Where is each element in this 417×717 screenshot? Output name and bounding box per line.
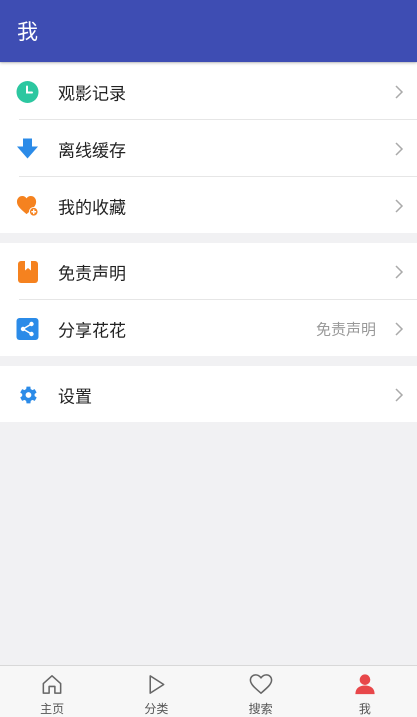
tab-search[interactable]: 搜索 — [209, 666, 313, 717]
menu-item-offline-cache[interactable]: 离线缓存 — [0, 120, 417, 177]
home-icon — [42, 675, 62, 694]
menu-item-value: 免责声明 — [315, 320, 376, 338]
chevron-right-icon — [395, 198, 404, 213]
chevron-right-icon — [395, 321, 404, 336]
tab-category[interactable]: 分类 — [104, 666, 208, 717]
heart-outline-icon — [249, 674, 272, 695]
menu-item-label: 分享花花 — [58, 321, 126, 341]
chevron-right-icon — [395, 264, 404, 279]
chevron-right-icon — [395, 84, 404, 99]
tab-label: 搜索 — [248, 702, 273, 716]
bottom-tab-bar: 主页 分类 搜索 我 — [0, 665, 417, 717]
menu-group-3: 设置 — [0, 366, 417, 422]
chevron-right-icon — [395, 387, 404, 402]
share-icon — [16, 317, 39, 340]
tab-label: 主页 — [40, 702, 65, 716]
play-icon — [149, 675, 165, 694]
bookmark-book-icon — [16, 260, 39, 283]
menu-item-label: 设置 — [58, 387, 92, 407]
menu-item-settings[interactable]: 设置 — [0, 366, 417, 423]
menu-item-label: 观影记录 — [58, 84, 126, 104]
menu-group-2: 免责声明 分享花花 免责声明 — [0, 243, 417, 356]
download-arrow-icon — [16, 137, 39, 160]
gear-icon — [16, 383, 39, 406]
menu-item-disclaimer[interactable]: 免责声明 — [0, 243, 417, 300]
history-clock-icon — [16, 80, 39, 103]
menu-item-watch-history[interactable]: 观影记录 — [0, 63, 417, 120]
page-title-bar: 我 — [0, 0, 417, 62]
chevron-right-icon — [395, 141, 404, 156]
menu-group-1: 观影记录 离线缓存 我的收藏 — [0, 63, 417, 233]
tab-label: 我 — [358, 702, 371, 716]
tab-home[interactable]: 主页 — [0, 666, 104, 717]
menu-item-favorites[interactable]: 我的收藏 — [0, 177, 417, 234]
tab-label: 分类 — [144, 702, 169, 716]
menu-item-label: 免责声明 — [58, 264, 126, 284]
tab-me[interactable]: 我 — [313, 666, 417, 717]
person-icon — [355, 674, 375, 695]
menu-item-label: 离线缓存 — [58, 141, 126, 161]
menu-item-share[interactable]: 分享花花 免责声明 — [0, 300, 417, 357]
heart-plus-icon — [16, 194, 39, 217]
page-title: 我 — [17, 20, 38, 44]
menu-item-label: 我的收藏 — [58, 198, 126, 218]
